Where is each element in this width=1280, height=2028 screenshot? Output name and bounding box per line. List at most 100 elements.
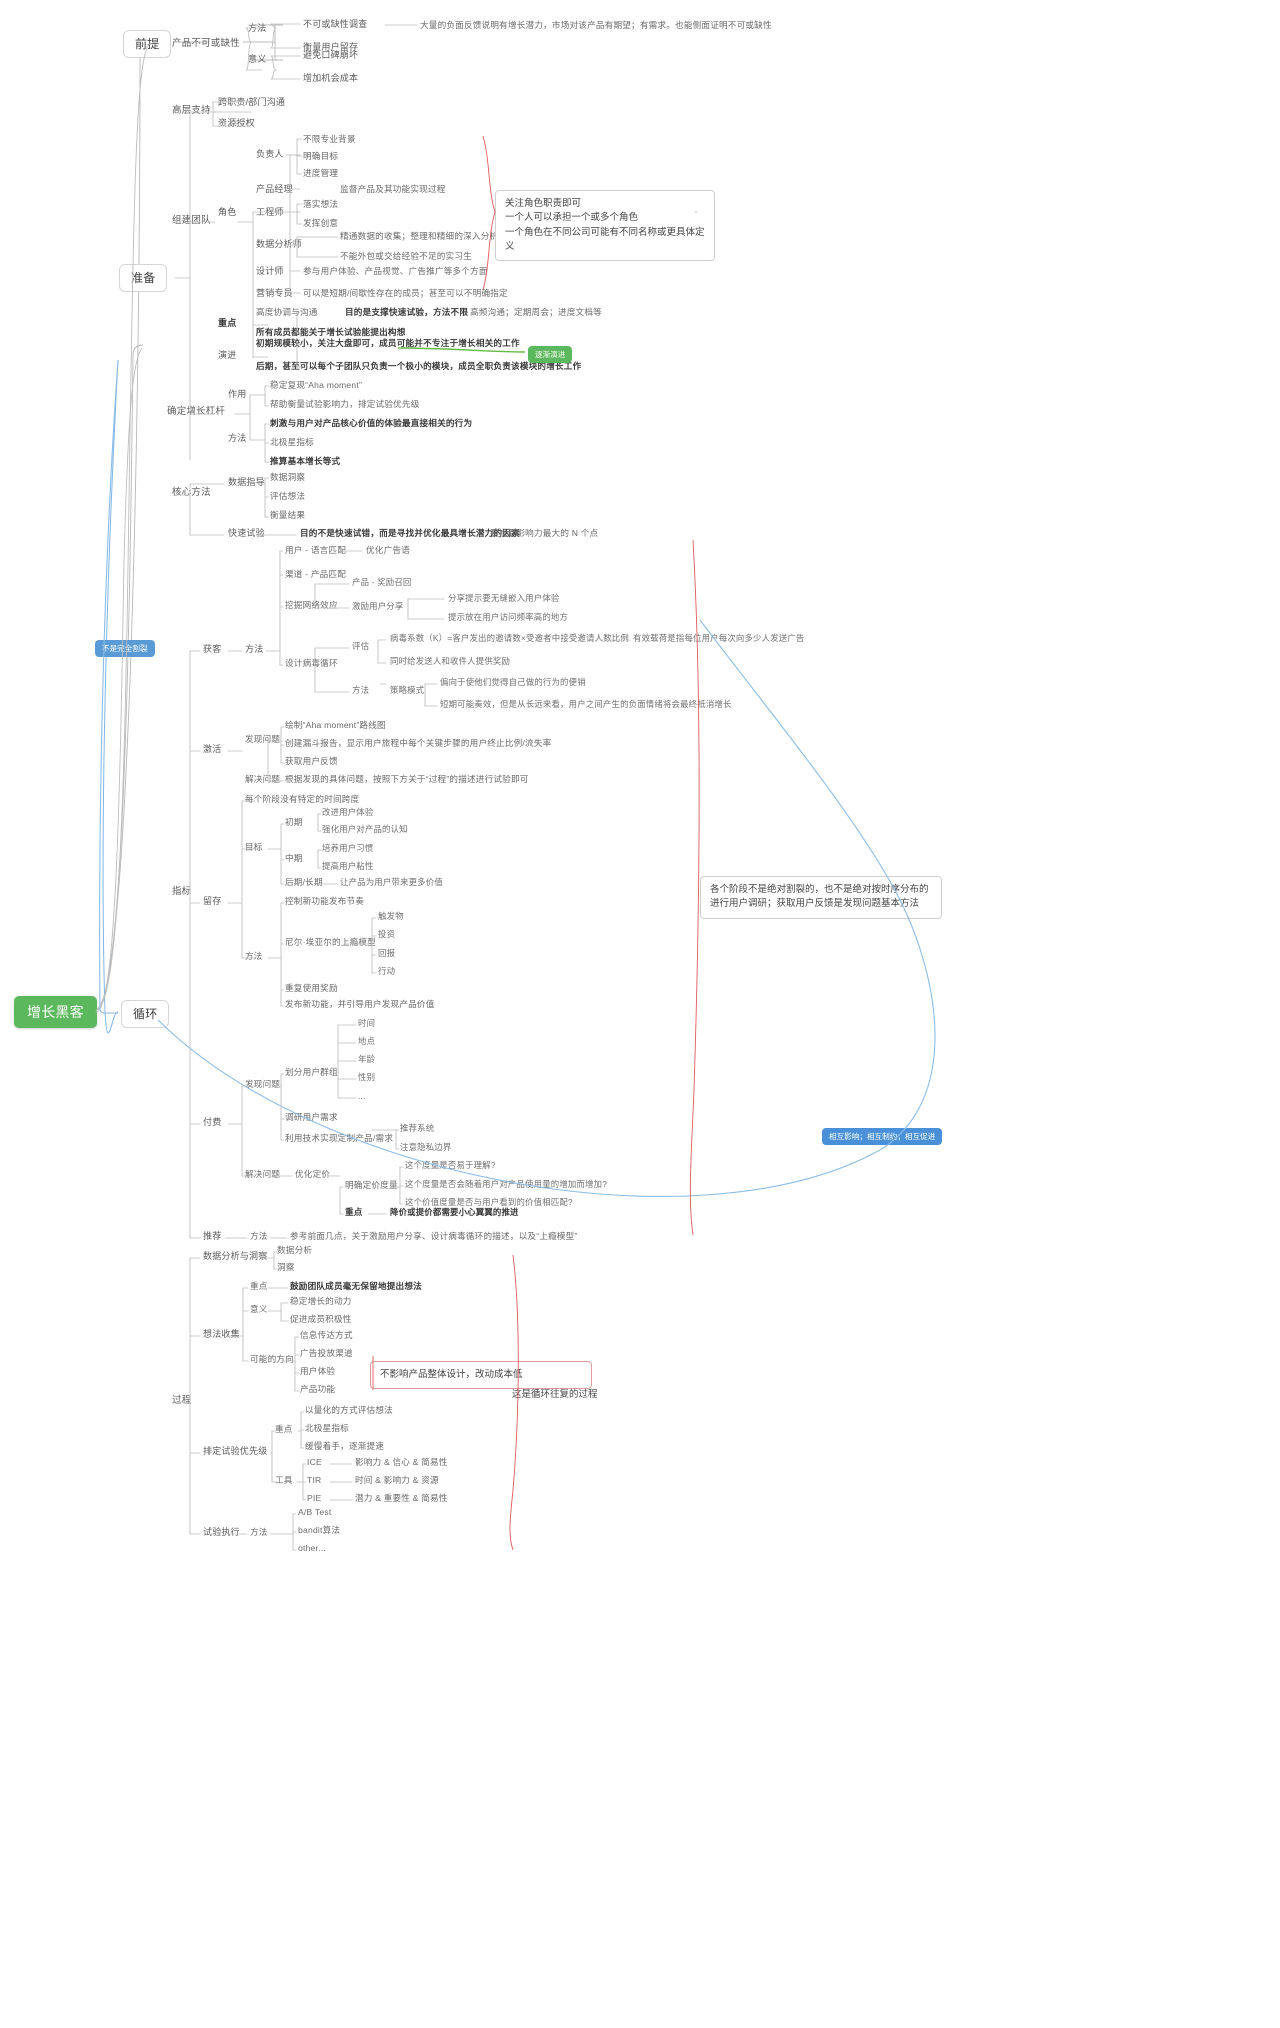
node-exec-method[interactable]: 方法: [250, 1528, 268, 1537]
node-acq-4[interactable]: 设计病毒循环: [285, 659, 338, 668]
node-metrics[interactable]: 指标: [172, 887, 191, 897]
node-cross-dept[interactable]: 跨职责/部门沟通: [218, 98, 285, 107]
badge-mutual: 相互影响；相互制约；相互促进: [822, 1128, 943, 1145]
branch-premise[interactable]: 前提: [123, 30, 172, 58]
node-engineer[interactable]: 工程师: [256, 208, 284, 217]
node-pay-s1[interactable]: 优化定价: [295, 1170, 330, 1179]
node-acq-3b1: 分享提示要无缝嵌入用户体验: [448, 593, 560, 603]
node-owner-3[interactable]: 进度管理: [303, 169, 338, 178]
node-eng-1[interactable]: 落实想法: [303, 200, 338, 209]
node-role[interactable]: 角色: [218, 208, 236, 217]
node-ret-g-late[interactable]: 后期/长期: [285, 878, 323, 887]
node-eng-2[interactable]: 发挥创意: [303, 219, 338, 228]
node-ret-method[interactable]: 方法: [245, 952, 263, 961]
node-focus-1b: 高频沟通；定期周会；进度文档等: [470, 307, 602, 317]
root-node[interactable]: 增长黑客: [14, 996, 97, 1028]
node-survey-note: 大量的负面反馈说明有增长潜力，市场对该产品有期望；有需求。也能侧面证明不可或缺性: [420, 20, 772, 30]
node-acq-4-eval[interactable]: 评估: [352, 642, 369, 651]
node-focus[interactable]: 重点: [218, 319, 236, 328]
node-pay-f3a: 推荐系统: [400, 1123, 435, 1133]
node-pay-f1[interactable]: 划分用户群组: [285, 1068, 338, 1077]
node-proc-analyze[interactable]: 数据分析与洞察: [203, 1252, 267, 1261]
node-ret-g-m1: 培养用户习惯: [322, 843, 374, 853]
branch-prepare[interactable]: 准备: [119, 264, 168, 292]
node-prior[interactable]: 排定试验优先级: [203, 1447, 267, 1456]
node-ret-g-early[interactable]: 初期: [285, 818, 303, 827]
node-owner[interactable]: 负责人: [256, 150, 284, 159]
node-ret-goal[interactable]: 目标: [245, 843, 263, 852]
node-ret-m2[interactable]: 尼尔·埃亚尔的上瘾模型: [285, 938, 376, 947]
node-idea[interactable]: 想法收集: [203, 1330, 240, 1339]
node-ret-m2a: 触发物: [378, 911, 404, 921]
node-build-team[interactable]: 组建团队: [172, 216, 211, 226]
node-growth-lever[interactable]: 确定增长杠杆: [167, 407, 225, 417]
node-product-essential[interactable]: 产品不可或缺性: [172, 39, 240, 49]
node-designer[interactable]: 设计师: [256, 267, 284, 276]
node-acq-4-m[interactable]: 方法: [352, 686, 369, 695]
node-owner-1[interactable]: 不限专业背景: [303, 135, 356, 144]
node-pm[interactable]: 产品经理: [256, 185, 293, 194]
node-marketer[interactable]: 营销专员: [256, 289, 293, 298]
node-rec-method[interactable]: 方法: [250, 1232, 268, 1241]
node-evolve[interactable]: 演进: [218, 351, 236, 360]
node-pay-f3[interactable]: 利用技术实现定制产品/需求: [285, 1134, 393, 1143]
node-avoid-wom[interactable]: 避免口碑崩坏: [303, 51, 358, 60]
node-acq-4-m1b: 短期可能奏效，但是从长远来看，用户之间产生的负面情绪将会最终抵消增长: [440, 699, 732, 709]
node-acq-3b[interactable]: 激励用户分享: [352, 602, 403, 611]
node-act-solve[interactable]: 解决问题: [245, 775, 280, 784]
node-acq-4-m1[interactable]: 策略模式: [390, 686, 424, 695]
node-dg-2[interactable]: 评估想法: [270, 492, 305, 501]
node-process[interactable]: 过程: [172, 1396, 191, 1406]
node-gl-role[interactable]: 作用: [228, 390, 246, 399]
node-pay-solve[interactable]: 解决问题: [245, 1170, 280, 1179]
node-idea-focus[interactable]: 重点: [250, 1282, 268, 1291]
node-dg-1[interactable]: 数据洞察: [270, 473, 305, 482]
node-ret-g-mid[interactable]: 中期: [285, 854, 303, 863]
node-gl-method[interactable]: 方法: [228, 434, 246, 443]
node-core-method[interactable]: 核心方法: [172, 488, 211, 498]
node-prior-t2[interactable]: TIR: [307, 1476, 321, 1485]
node-ret-nospan: 每个阶段没有特定的时间跨度: [245, 794, 360, 804]
node-ret-g-m2: 提高用户粘性: [322, 861, 374, 871]
node-pay-s1a[interactable]: 明确定价度量: [345, 1181, 398, 1190]
node-owner-2[interactable]: 明确目标: [303, 152, 338, 161]
node-act-f2: 创建漏斗报告，显示用户旅程中每个关键步骤的用户终止比例/流失率: [285, 738, 552, 748]
node-activate[interactable]: 激活: [203, 745, 221, 754]
node-data-analyst[interactable]: 数据分析师: [256, 240, 302, 249]
node-acq-method[interactable]: 方法: [245, 645, 263, 654]
node-survey[interactable]: 不可或缺性调查: [303, 20, 367, 29]
node-ret-m2b: 投资: [378, 929, 396, 939]
node-prior-t3[interactable]: PIE: [307, 1494, 321, 1503]
node-resource-auth[interactable]: 资源授权: [218, 119, 255, 128]
node-fast-test[interactable]: 快速试验: [228, 529, 265, 538]
node-act-find[interactable]: 发现问题: [245, 735, 280, 744]
node-focus-1[interactable]: 高度协调与沟通: [256, 308, 318, 317]
node-retain[interactable]: 留存: [203, 897, 221, 906]
node-data-guide[interactable]: 数据指导: [228, 478, 265, 487]
branch-loop[interactable]: 循环: [121, 1000, 170, 1028]
node-pay-f1a: 时间: [358, 1018, 376, 1028]
node-acquire[interactable]: 获客: [203, 645, 221, 654]
node-pay-f1c: 年龄: [358, 1054, 376, 1064]
node-idea-dir[interactable]: 可能的方向: [250, 1355, 294, 1364]
node-exec[interactable]: 试验执行: [203, 1528, 240, 1537]
node-pay-s1-focus[interactable]: 重点: [345, 1208, 363, 1217]
node-dg-3[interactable]: 衡量结果: [270, 511, 305, 520]
node-prior-t1[interactable]: ICE: [307, 1458, 322, 1467]
node-opportunity-cost[interactable]: 增加机会成本: [303, 74, 358, 83]
node-prior-tool[interactable]: 工具: [275, 1476, 293, 1485]
node-acq-2[interactable]: 渠道 - 产品匹配: [285, 570, 346, 579]
node-top-support[interactable]: 高层支持: [172, 106, 211, 116]
node-pay-find[interactable]: 发现问题: [245, 1080, 280, 1089]
node-idea-meaning[interactable]: 意义: [250, 1305, 268, 1314]
node-method[interactable]: 方法: [248, 24, 266, 33]
node-prior-focus[interactable]: 重点: [275, 1425, 293, 1434]
node-meaning[interactable]: 意义: [248, 55, 266, 64]
node-pay[interactable]: 付费: [203, 1118, 221, 1127]
node-acq-3a[interactable]: 产品 - 奖励召回: [352, 578, 412, 587]
node-acq-3[interactable]: 挖掘网络效应: [285, 601, 338, 610]
node-acq-4-e1a: 有效载荷是指每位用户每次向多少人发送广告: [633, 633, 805, 643]
node-pay-f3b: 注意隐私边界: [400, 1142, 452, 1152]
node-recommend[interactable]: 推荐: [203, 1232, 221, 1241]
node-acq-1[interactable]: 用户 - 语言匹配: [285, 546, 346, 555]
